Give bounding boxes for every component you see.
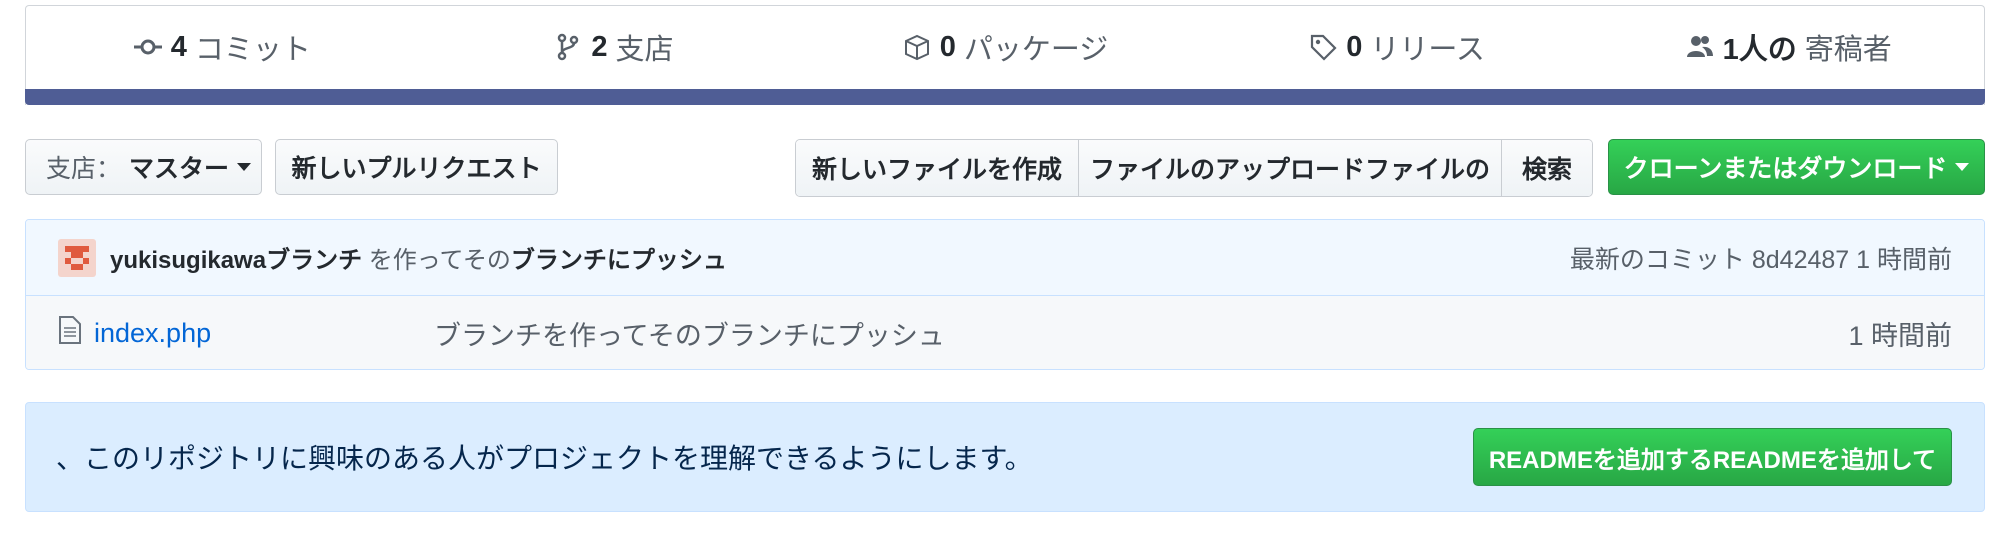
contributors-count: 1人の <box>1722 34 1797 66</box>
file-icon <box>58 315 82 352</box>
create-file-button[interactable]: 新しいファイルを作成 <box>796 140 1079 196</box>
commits-label: コミット <box>194 34 311 66</box>
branches-count: 2 <box>591 30 608 63</box>
identicon-icon <box>65 245 89 270</box>
commit-message-mid: を作ってその <box>362 247 511 274</box>
people-icon <box>1686 36 1713 57</box>
file-actions-group: 新しいファイルを作成 ファイルのアップロードファイルの 検索 <box>795 139 1593 197</box>
branches-label: 支店 <box>615 34 674 66</box>
packages-label: パッケージ <box>963 34 1109 66</box>
latest-commit-info: 最新のコミット 8d42487 1 時間前 <box>1570 240 1952 276</box>
releases-count: 0 <box>1346 30 1363 63</box>
latest-commit-row: yukisugikawaブランチ を作ってそのブランチにプッシュ 最新のコミット… <box>26 220 1984 296</box>
commits-count: 4 <box>170 30 187 63</box>
clone-download-button[interactable]: クローンまたはダウンロード <box>1608 139 1985 195</box>
new-pull-request-button[interactable]: 新しいプルリクエスト <box>275 139 558 195</box>
tag-icon <box>1311 34 1337 61</box>
commit-author[interactable]: yukisugikawaブランチ <box>110 247 362 274</box>
commit-icon <box>133 39 162 55</box>
file-table: yukisugikawaブランチ を作ってそのブランチにプッシュ 最新のコミット… <box>25 219 1985 370</box>
add-readme-button[interactable]: READMEを追加するREADMEを追加して <box>1473 428 1952 486</box>
find-file-button[interactable]: 検索 <box>1502 140 1592 196</box>
branches-stat[interactable]: 2 支店 <box>418 26 810 68</box>
contributors-stat[interactable]: 1人の 寄稿者 <box>1592 26 1984 68</box>
package-icon <box>904 34 929 61</box>
branch-select-label: 支店： <box>46 155 122 183</box>
language-bar[interactable] <box>25 89 1985 105</box>
branch-select-value: マスター <box>129 155 230 183</box>
contributors-label: 寄稿者 <box>1804 34 1892 66</box>
readme-banner: 、このリポジトリに興味のある人がプロジェクトを理解できるようにします。 READ… <box>25 402 1985 512</box>
readme-prompt-text: 、このリポジトリに興味のある人がプロジェクトを理解できるようにします。 <box>56 443 1033 474</box>
repo-summary-bar: 4 コミット 2 支店 0 パッケージ 0 リリース 1人の 寄稿者 <box>25 5 1985 105</box>
file-name-link[interactable]: index.php <box>94 318 434 349</box>
table-row: index.php ブランチを作ってそのブランチにプッシュ 1 時間前 <box>26 296 1984 369</box>
commit-message: yukisugikawaブランチ を作ってそのブランチにプッシュ <box>110 240 1570 275</box>
releases-label: リリース <box>1370 34 1485 66</box>
upload-files-button[interactable]: ファイルのアップロードファイルの <box>1079 140 1502 196</box>
commit-message-link[interactable]: ブランチにプッシュ <box>511 247 727 274</box>
chevron-down-icon <box>237 163 252 171</box>
commits-stat[interactable]: 4 コミット <box>26 26 418 68</box>
file-age: 1 時間前 <box>1848 320 1952 351</box>
packages-count: 0 <box>939 30 956 63</box>
packages-stat[interactable]: 0 パッケージ <box>809 26 1201 68</box>
branch-icon <box>558 33 579 61</box>
commit-age: 1 時間前 <box>1856 245 1952 274</box>
latest-commit-label: 最新のコミット <box>1569 245 1745 274</box>
file-commit-message[interactable]: ブランチを作ってそのブランチにプッシュ <box>434 314 1848 353</box>
commit-sha[interactable]: 8d42487 <box>1752 246 1849 274</box>
chevron-down-icon <box>1955 163 1970 171</box>
avatar[interactable] <box>58 238 96 277</box>
clone-download-label: クローンまたはダウンロード <box>1623 155 1948 183</box>
releases-stat[interactable]: 0 リリース <box>1201 26 1593 68</box>
branch-select-button[interactable]: 支店： マスター <box>25 139 262 195</box>
